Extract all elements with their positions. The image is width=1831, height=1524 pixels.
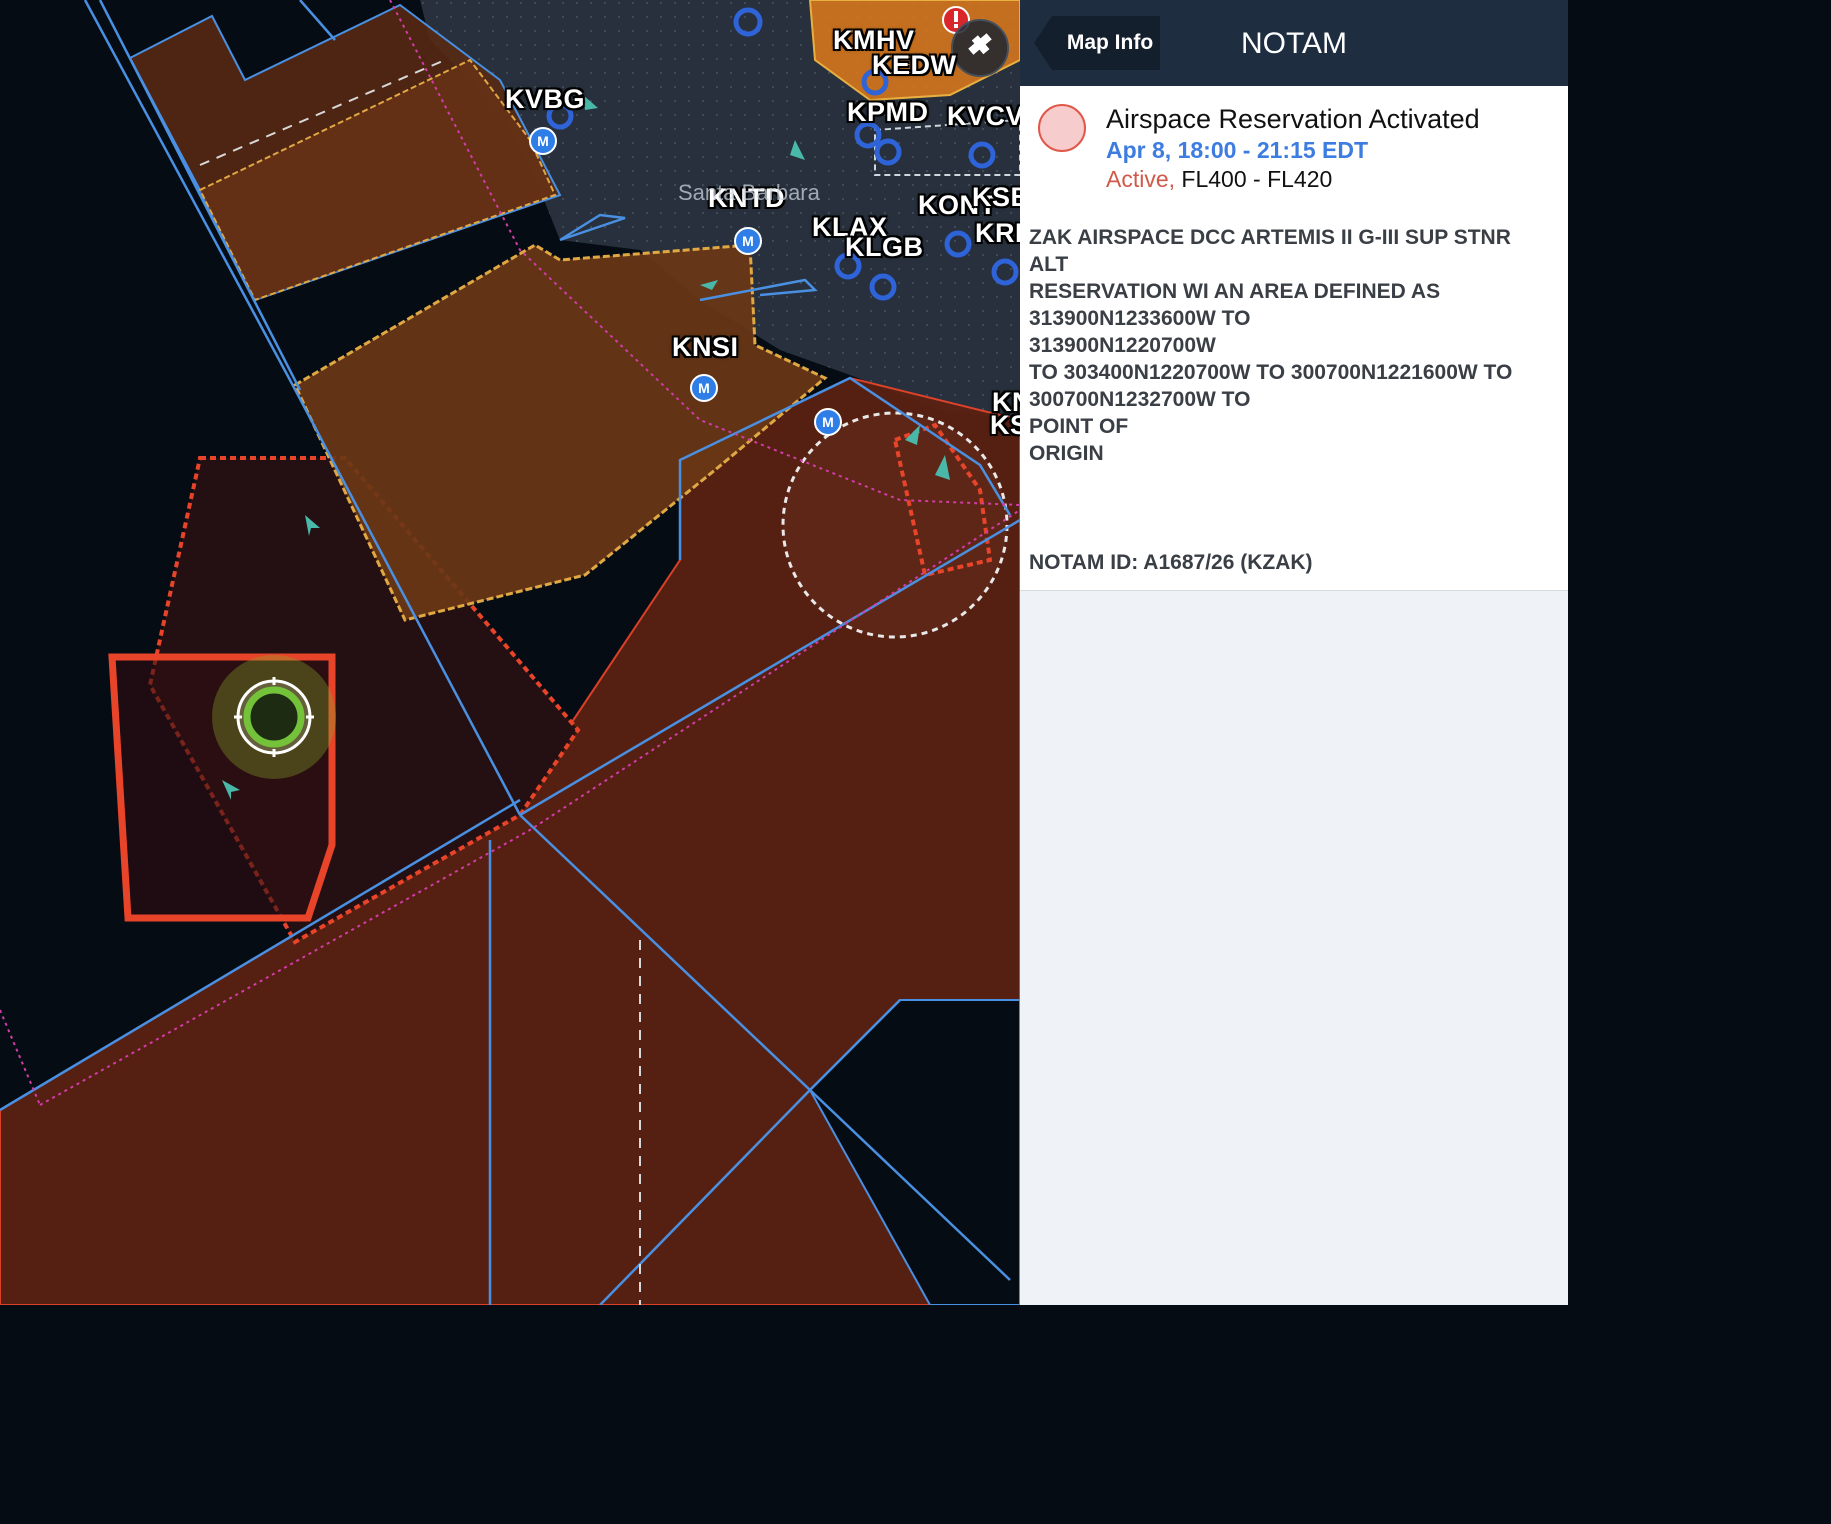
notam-text: ZAK AIRSPACE DCC ARTEMIS II G-III SUP ST…	[1029, 224, 1559, 467]
notam-text-line: 313900N1220700W	[1029, 334, 1216, 357]
notam-text-line: 300700N1232700W TO	[1029, 388, 1251, 411]
military-airport-badge[interactable]: M	[814, 408, 842, 436]
notam-time-range: Apr 8, 18:00 - 21:15 EDT	[1106, 137, 1369, 163]
notam-text-line: RESERVATION WI AN AREA DEFINED AS	[1029, 280, 1441, 303]
airport-label-ksb[interactable]: KSB	[972, 182, 1020, 213]
airport-label-knsi[interactable]: KNSI	[672, 332, 739, 363]
notam-heading: Airspace Reservation Activated	[1106, 104, 1480, 134]
airport-label-kedw[interactable]: KEDW	[872, 50, 957, 81]
airport-label-kvcv[interactable]: KVCV	[947, 101, 1020, 132]
panel-title: NOTAM	[1240, 27, 1348, 60]
notam-status: Active,	[1106, 166, 1176, 192]
airport-label-kri[interactable]: KRI	[975, 218, 1020, 249]
airspace-map[interactable]	[0, 0, 1020, 1305]
notam-id: NOTAM ID: A1687/26 (KZAK)	[1029, 551, 1313, 574]
notam-text-line: ZAK AIRSPACE DCC ARTEMIS II G-III SUP ST…	[1029, 226, 1511, 249]
notam-text-line: POINT OF	[1029, 415, 1129, 438]
center-position-icon[interactable]	[212, 655, 336, 779]
status-indicator-icon	[1038, 104, 1086, 152]
notam-text-line: 313900N1233600W TO	[1029, 307, 1251, 330]
back-button-label: Map Info	[1066, 31, 1154, 54]
map-view[interactable]: KMHV KEDW KVBG KPMD KVCV KNTD KLAX KLGB …	[0, 0, 1020, 1305]
notam-card[interactable]: Airspace Reservation Activated Apr 8, 18…	[1020, 86, 1568, 591]
notam-text-line: ORIGIN	[1029, 442, 1104, 465]
military-airport-badge[interactable]: M	[529, 127, 557, 155]
city-label: Santa Barbara	[678, 180, 820, 205]
airport-label-klgb[interactable]: KLGB	[845, 232, 924, 263]
military-airport-badge[interactable]: M	[690, 374, 718, 402]
notam-altitudes: FL400 - FL420	[1181, 166, 1333, 192]
gps-satellite-icon[interactable]	[951, 19, 1009, 77]
airport-label-ks[interactable]: KS	[990, 410, 1020, 441]
notam-panel: Map Info NOTAM Airspace Reservation Acti…	[1020, 0, 1568, 1305]
military-airport-badge[interactable]: M	[734, 227, 762, 255]
panel-header: Map Info NOTAM	[1020, 0, 1568, 86]
airport-label-kvbg[interactable]: KVBG	[505, 84, 585, 115]
airport-label-kpmd[interactable]: KPMD	[847, 97, 929, 128]
notam-text-line: TO 303400N1220700W TO 300700N1221600W TO	[1029, 361, 1513, 384]
notam-text-line: ALT	[1029, 253, 1069, 276]
notam-status-line: Active, FL400 - FL420	[1106, 166, 1332, 193]
map-info-back-button[interactable]: Map Info	[1034, 16, 1160, 70]
